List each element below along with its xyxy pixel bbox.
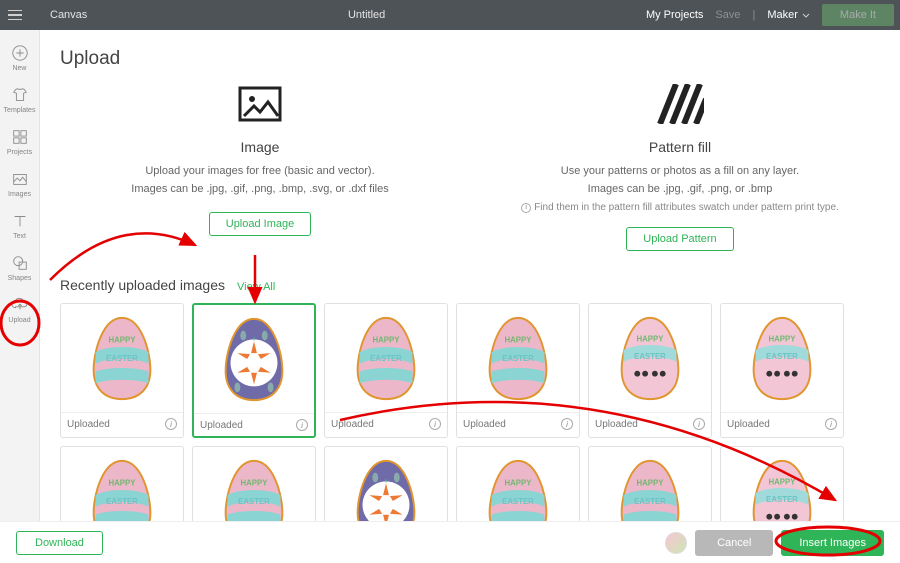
- info-icon[interactable]: i: [561, 418, 573, 430]
- status-label: Uploaded: [463, 419, 506, 430]
- menu-icon[interactable]: [8, 10, 22, 21]
- sidebar: New Templates Projects Images Text Shape…: [0, 30, 40, 521]
- sidebar-item-label: Templates: [4, 107, 36, 114]
- thumbnail: [721, 447, 843, 521]
- sidebar-item-label: Projects: [7, 149, 32, 156]
- sidebar-item-upload[interactable]: Upload: [0, 290, 39, 332]
- status-label: Uploaded: [67, 419, 110, 430]
- sidebar-item-label: Text: [13, 233, 26, 240]
- chevron-down-icon: [802, 13, 810, 18]
- recent-image-card[interactable]: Uploaded i: [60, 303, 184, 438]
- avatar[interactable]: [665, 532, 687, 554]
- tshirt-icon: [11, 86, 29, 104]
- machine-name: Maker: [767, 9, 798, 21]
- pattern-desc1: Use your patterns or photos as a fill on…: [561, 163, 799, 181]
- pattern-desc2: Images can be .jpg, .gif, .png, or .bmp: [588, 181, 773, 199]
- info-icon[interactable]: i: [693, 418, 705, 430]
- pattern-icon: [656, 84, 704, 127]
- sidebar-item-shapes[interactable]: Shapes: [0, 248, 39, 290]
- cancel-button[interactable]: Cancel: [695, 530, 773, 556]
- recent-image-card[interactable]: Uploadedi: [720, 446, 844, 521]
- thumbnail: [457, 447, 579, 521]
- view-all-link[interactable]: View All: [237, 281, 275, 293]
- shapes-icon: [11, 254, 29, 272]
- download-button[interactable]: Download: [16, 531, 103, 555]
- doc-title[interactable]: Untitled: [87, 9, 646, 21]
- recent-image-card[interactable]: Uploaded i: [192, 303, 316, 438]
- info-icon[interactable]: i: [165, 418, 177, 430]
- sidebar-item-label: Shapes: [8, 275, 32, 282]
- thumbnail: [194, 305, 314, 413]
- page-title: Upload: [40, 30, 900, 84]
- recent-image-card[interactable]: Uploaded i: [720, 303, 844, 438]
- recent-image-card[interactable]: Uploaded i: [588, 303, 712, 438]
- info-icon[interactable]: i: [296, 419, 308, 431]
- pattern-hint-text: Find them in the pattern fill attributes…: [534, 202, 839, 213]
- sidebar-item-templates[interactable]: Templates: [0, 80, 39, 122]
- status-label: Uploaded: [595, 419, 638, 430]
- recent-grid: Uploaded i Uploaded i Uploaded i Uploaded i Uplo…: [40, 303, 900, 521]
- sidebar-item-projects[interactable]: Projects: [0, 122, 39, 164]
- image-desc1: Upload your images for free (basic and v…: [145, 163, 374, 181]
- recent-image-card[interactable]: Uploadedi: [588, 446, 712, 521]
- sidebar-item-label: Images: [8, 191, 31, 198]
- status-label: Uploaded: [200, 420, 243, 431]
- thumbnail: [457, 304, 579, 412]
- recent-image-card[interactable]: Uploaded i: [324, 303, 448, 438]
- info-icon[interactable]: i: [825, 418, 837, 430]
- bottom-bar: Download Cancel Insert Images: [0, 521, 900, 563]
- thumbnail: [589, 304, 711, 412]
- machine-select[interactable]: Maker: [767, 9, 810, 21]
- info-circle-icon: i: [521, 203, 531, 213]
- sidebar-item-text[interactable]: Text: [0, 206, 39, 248]
- sidebar-item-label: New: [12, 65, 26, 72]
- image-heading: Image: [241, 139, 280, 155]
- recent-heading: Recently uploaded images: [60, 277, 225, 293]
- pattern-hint: i Find them in the pattern fill attribut…: [521, 202, 839, 213]
- pattern-fill-section: Pattern fill Use your patterns or photos…: [480, 84, 880, 251]
- recent-image-card[interactable]: Uploadedi: [324, 446, 448, 521]
- make-it-button: Make It: [822, 4, 894, 26]
- thumbnail: [61, 304, 183, 412]
- pattern-heading: Pattern fill: [649, 139, 711, 155]
- topbar: Canvas Untitled My Projects Save | Maker…: [0, 0, 900, 30]
- thumbnail: [325, 447, 447, 521]
- sidebar-item-images[interactable]: Images: [0, 164, 39, 206]
- status-label: Uploaded: [331, 419, 374, 430]
- recent-image-card[interactable]: Uploadedi: [192, 446, 316, 521]
- sidebar-item-new[interactable]: New: [0, 38, 39, 80]
- thumbnail: [721, 304, 843, 412]
- upload-image-button[interactable]: Upload Image: [209, 212, 312, 236]
- separator: |: [753, 9, 756, 21]
- recent-image-card[interactable]: Uploaded i: [456, 303, 580, 438]
- thumbnail: [325, 304, 447, 412]
- image-icon: [236, 84, 284, 127]
- sidebar-item-label: Upload: [8, 317, 30, 324]
- upload-pattern-button[interactable]: Upload Pattern: [626, 227, 733, 251]
- images-icon: [11, 170, 29, 188]
- upload-cloud-icon: [11, 296, 29, 314]
- thumbnail: [589, 447, 711, 521]
- main-panel: Upload Image Upload your images for free…: [40, 30, 900, 521]
- thumbnail: [193, 447, 315, 521]
- info-icon[interactable]: i: [429, 418, 441, 430]
- plus-circle-icon: [11, 44, 29, 62]
- text-icon: [11, 212, 29, 230]
- recent-image-card[interactable]: Uploadedi: [60, 446, 184, 521]
- status-label: Uploaded: [727, 419, 770, 430]
- grid-icon: [11, 128, 29, 146]
- image-upload-section: Image Upload your images for free (basic…: [60, 84, 460, 251]
- annotation-circle-icon: [773, 524, 883, 558]
- thumbnail: [61, 447, 183, 521]
- recent-image-card[interactable]: Uploadedi: [456, 446, 580, 521]
- my-projects-link[interactable]: My Projects: [646, 9, 703, 21]
- save-button: Save: [715, 9, 740, 21]
- image-desc2: Images can be .jpg, .gif, .png, .bmp, .s…: [131, 181, 388, 199]
- app-section: Canvas: [50, 9, 87, 21]
